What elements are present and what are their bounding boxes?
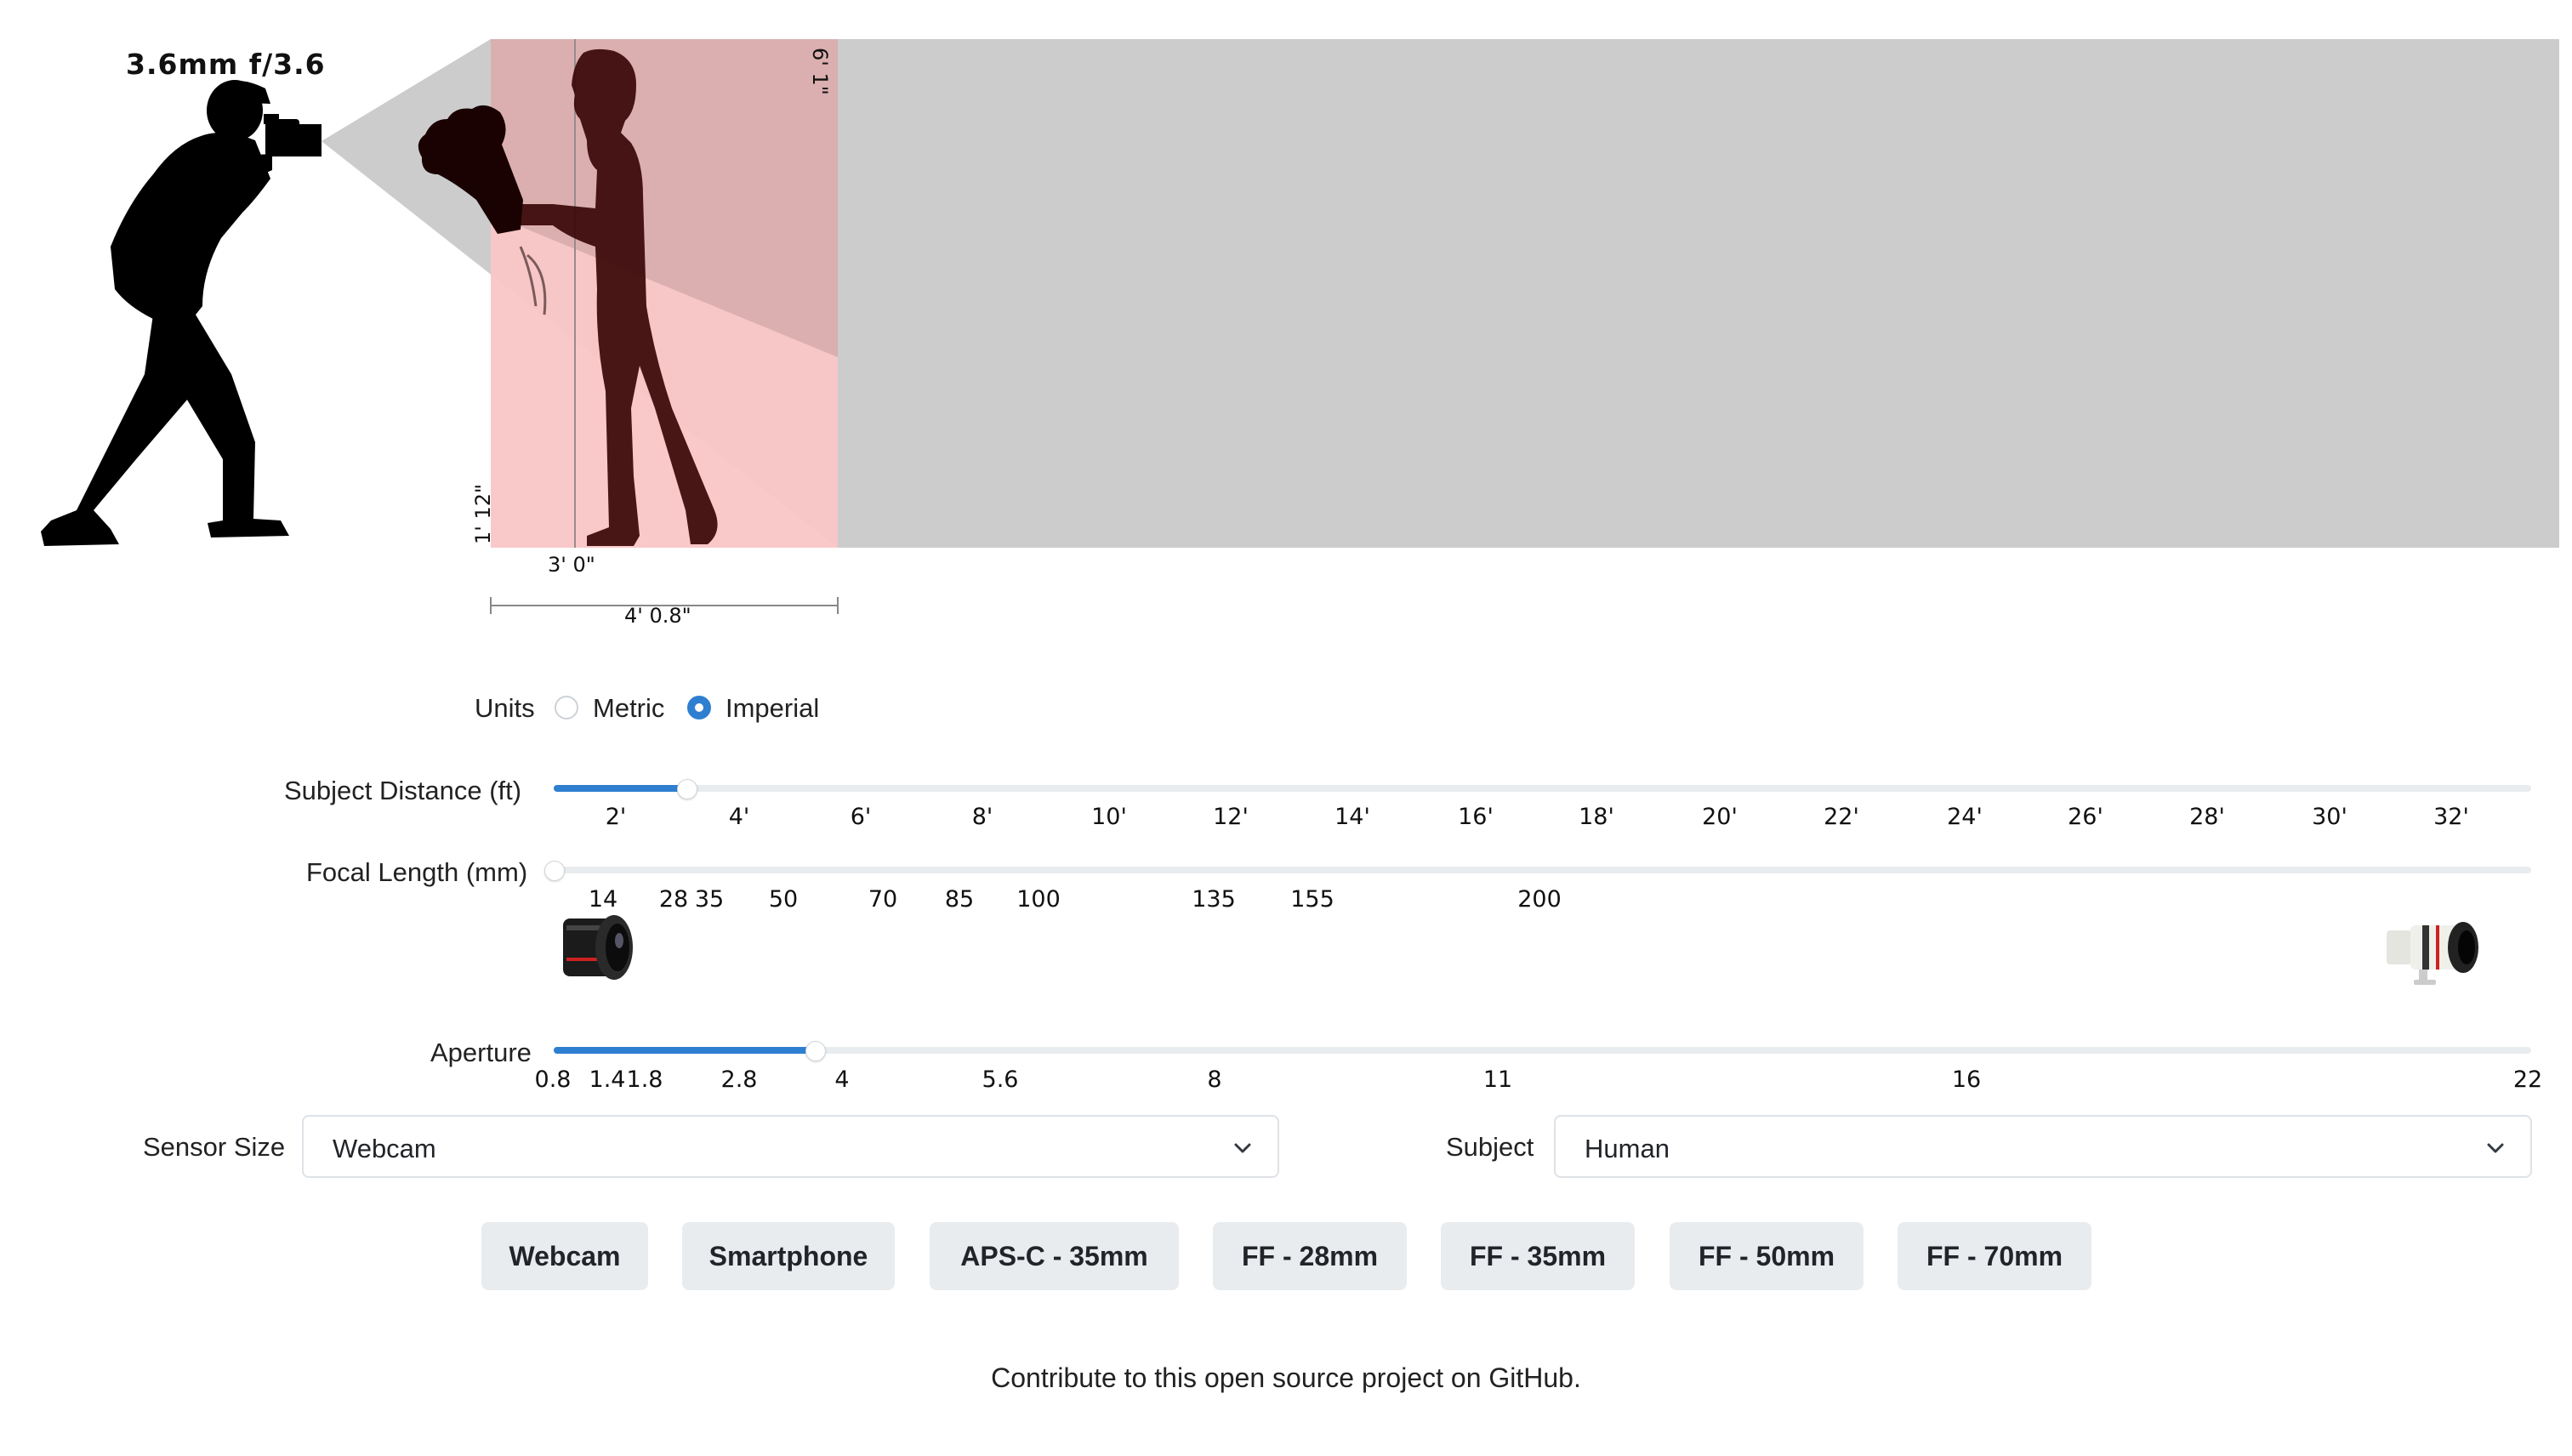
subject-label: Subject: [1446, 1132, 1534, 1162]
aperture-fill: [554, 1047, 815, 1054]
subject-distance-label: 3' 0": [548, 553, 595, 577]
subject-distance-slider-label: Subject Distance (ft): [284, 776, 522, 805]
chevron-down-icon: [1234, 1143, 1251, 1153]
aperture-tick-label: 5.6: [982, 1066, 1019, 1093]
subject-distance-tick-label: 8': [971, 804, 993, 830]
subject-distance-thumb[interactable]: [676, 779, 697, 799]
aperture-tick-label: 8: [1207, 1066, 1222, 1093]
subject-distance-tick-label: 26': [2068, 804, 2103, 830]
subject-distance-tick-label: 18': [1579, 804, 1614, 830]
focal-length-thumb[interactable]: [544, 861, 565, 881]
bottom-left-label: 1' 12": [471, 483, 495, 544]
subject-distance-tick-label: 2': [605, 804, 627, 830]
aperture-tick-label: 2.8: [720, 1066, 758, 1093]
frame-width-label: 4' 0.8": [624, 604, 691, 628]
subject-distance-track[interactable]: [554, 785, 2531, 792]
metric-radio[interactable]: [555, 696, 578, 719]
focal-length-tick-label: 70: [868, 886, 898, 913]
frame-height-label: 6' 1": [808, 48, 832, 95]
aperture-track[interactable]: [554, 1047, 2531, 1054]
subject-select[interactable]: Human: [1554, 1115, 2532, 1178]
photographer-silhouette: [41, 80, 322, 546]
subject-distance-tick-label: 12': [1213, 804, 1249, 830]
metric-radio-label[interactable]: Metric: [593, 693, 664, 724]
sensor-size-label: Sensor Size: [143, 1132, 286, 1162]
aperture-tick-label: 22: [2512, 1066, 2543, 1093]
subject-distance-tick-label: 4': [728, 804, 750, 830]
preset-apsc-35mm-button[interactable]: APS-C - 35mm: [930, 1222, 1179, 1290]
preset-smartphone-button[interactable]: Smartphone: [682, 1222, 895, 1290]
focal-length-tick-label: 50: [768, 886, 799, 913]
aperture-tick-label: 1.4: [589, 1066, 626, 1093]
preset-ff-50mm-button[interactable]: FF - 50mm: [1670, 1222, 1864, 1290]
telephoto-lens-icon: [2387, 922, 2478, 985]
subject-distance-tick-label: 14': [1334, 804, 1370, 830]
subject-value: Human: [1585, 1134, 1670, 1163]
chevron-down-icon: [2487, 1143, 2504, 1153]
imperial-radio[interactable]: [687, 696, 711, 719]
preset-ff-70mm-button[interactable]: FF - 70mm: [1898, 1222, 2091, 1290]
aperture-tick-label: 16: [1951, 1066, 1982, 1093]
subject-distance-fill: [554, 785, 686, 792]
subject-distance-tick-label: 32': [2433, 804, 2469, 830]
aperture-tick-label: 1.8: [626, 1066, 663, 1093]
sensor-size-value: Webcam: [333, 1134, 436, 1163]
aperture-slider-label: Aperture: [430, 1038, 532, 1067]
focal-length-tick-label: 35: [694, 886, 725, 913]
focal-length-tick-label: 85: [944, 886, 975, 913]
lens-readout: 3.6mm f/3.6: [126, 48, 326, 81]
fov-diagram: [41, 39, 2559, 614]
far-field-area: [838, 39, 2559, 548]
subject-distance-tick-label: 24': [1947, 804, 1983, 830]
wide-angle-lens-icon: [563, 915, 633, 980]
preset-webcam-button[interactable]: Webcam: [481, 1222, 648, 1290]
focal-length-track[interactable]: [554, 867, 2531, 873]
subject-distance-tick-label: 22': [1824, 804, 1859, 830]
focal-length-tick-label: 200: [1517, 886, 1562, 913]
subject-distance-tick-label: 10': [1091, 804, 1127, 830]
focal-length-tick-label: 135: [1192, 886, 1236, 913]
subject-distance-tick-label: 6': [850, 804, 872, 830]
subject-distance-tick-label: 16': [1458, 804, 1494, 830]
focal-length-tick-label: 100: [1016, 886, 1061, 913]
subject-distance-tick-label: 30': [2312, 804, 2347, 830]
subject-distance-tick-label: 20': [1702, 804, 1738, 830]
footer-github-link[interactable]: Contribute to this open source project o…: [0, 1362, 2572, 1394]
aperture-thumb[interactable]: [805, 1041, 826, 1061]
aperture-tick-label: 4: [834, 1066, 850, 1093]
units-label: Units: [475, 693, 535, 723]
focal-length-tick-label: 28: [658, 886, 689, 913]
field-of-view-scene: 3.6mm f/3.6 6' 1" 1' 12" 3' 0" 4' 0.8": [0, 0, 2572, 646]
sensor-size-select[interactable]: Webcam: [302, 1115, 1279, 1178]
preset-ff-35mm-button[interactable]: FF - 35mm: [1441, 1222, 1635, 1290]
imperial-radio-label[interactable]: Imperial: [726, 693, 819, 724]
aperture-tick-label: 0.8: [534, 1066, 572, 1093]
aperture-tick-label: 11: [1482, 1066, 1513, 1093]
subject-distance-tick-label: 28': [2189, 804, 2225, 830]
focal-length-tick-label: 155: [1290, 886, 1334, 913]
focal-length-slider-label: Focal Length (mm): [306, 857, 528, 887]
preset-ff-28mm-button[interactable]: FF - 28mm: [1213, 1222, 1407, 1290]
